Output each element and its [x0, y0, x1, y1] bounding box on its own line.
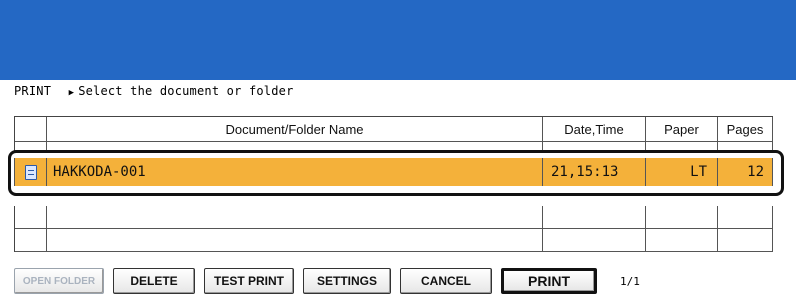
cancel-button[interactable]: CANCEL: [400, 268, 492, 294]
header-icon-cell: [15, 117, 47, 141]
empty-cell: [543, 206, 646, 228]
table-empty-rows: [14, 206, 773, 252]
test-print-button[interactable]: TEST PRINT: [204, 268, 294, 294]
empty-cell: [543, 229, 646, 251]
settings-button[interactable]: SETTINGS: [303, 268, 391, 294]
delete-button[interactable]: DELETE: [113, 268, 195, 294]
table-row-selected[interactable]: HAKKODA-001 21,15:13 LT 12: [14, 158, 773, 186]
row-date: 21,15:13: [543, 158, 646, 186]
row-icon-cell: [15, 158, 47, 186]
breadcrumb: PRINT ▶ Select the document or folder: [14, 84, 294, 98]
breadcrumb-arrow-icon: ▶: [68, 88, 75, 98]
empty-cell: [718, 206, 773, 228]
header-paper[interactable]: Paper: [646, 117, 718, 141]
empty-cell: [47, 206, 543, 228]
empty-cell: [718, 229, 773, 251]
breadcrumb-mode: PRINT: [14, 84, 52, 98]
row-name: HAKKODA-001: [47, 158, 543, 186]
table-row-empty: [15, 206, 773, 229]
row-paper: LT: [646, 158, 718, 186]
document-icon: [24, 164, 37, 180]
document-table: Document/Folder Name Date,Time Paper Pag…: [14, 116, 773, 153]
page-indicator: 1/1: [620, 274, 640, 288]
print-button[interactable]: PRINT: [501, 268, 597, 294]
empty-cell: [15, 229, 47, 251]
table-row-empty: [15, 229, 773, 252]
empty-cell: [646, 229, 718, 251]
header-name[interactable]: Document/Folder Name: [47, 117, 543, 141]
empty-cell: [646, 206, 718, 228]
row-pages: 12: [718, 158, 773, 186]
action-bar: OPEN FOLDER DELETE TEST PRINT SETTINGS C…: [14, 268, 640, 294]
header-banner: [0, 0, 796, 80]
table-header-row: Document/Folder Name Date,Time Paper Pag…: [15, 117, 773, 142]
header-pages[interactable]: Pages: [718, 117, 773, 141]
empty-cell: [47, 229, 543, 251]
empty-cell: [15, 206, 47, 228]
breadcrumb-instruction: Select the document or folder: [78, 84, 294, 98]
open-folder-button[interactable]: OPEN FOLDER: [14, 268, 104, 294]
header-date[interactable]: Date,Time: [543, 117, 646, 141]
